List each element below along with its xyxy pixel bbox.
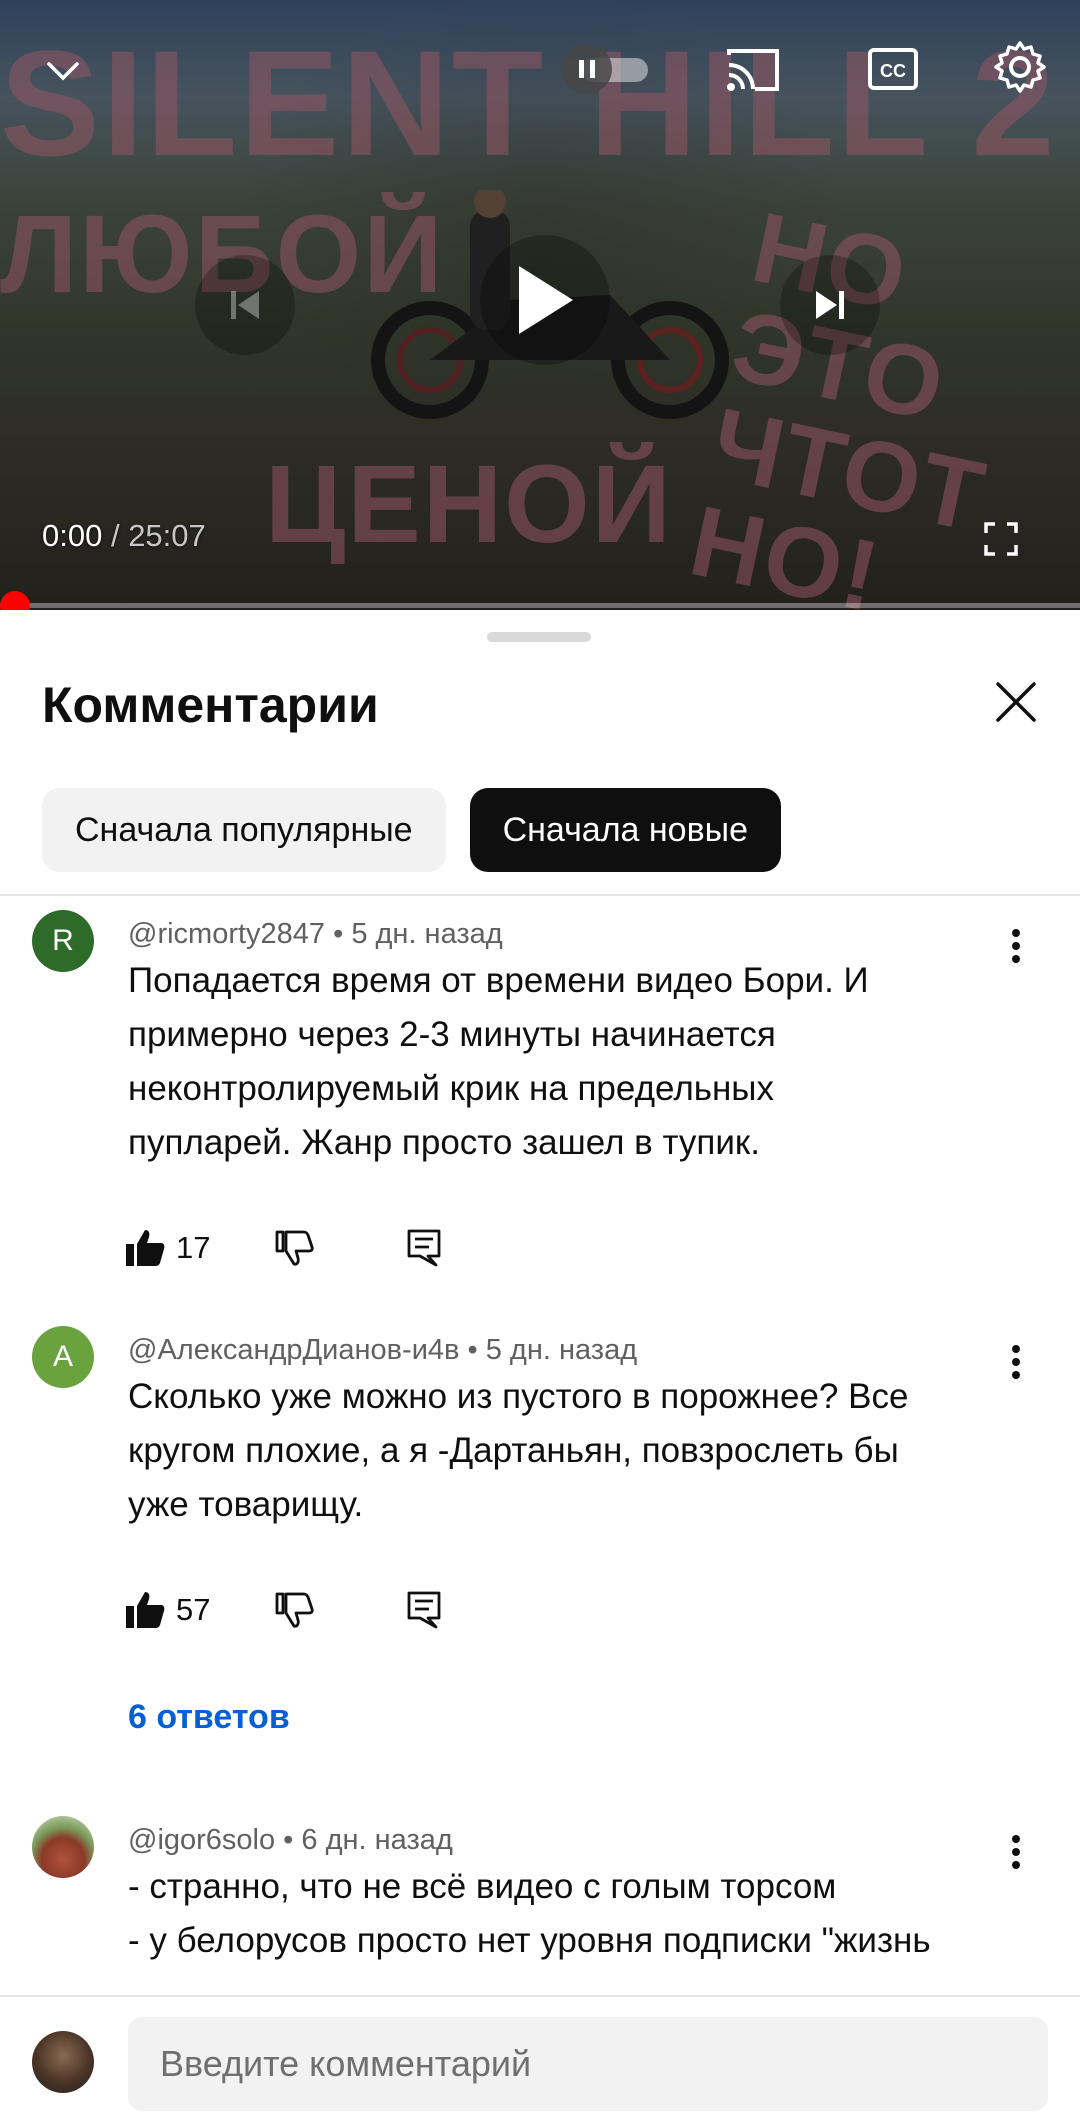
next-video-icon[interactable] (780, 255, 880, 355)
comment-text-line: Сколько уже можно из пустого в порожнее?… (128, 1377, 909, 1416)
comment-text-line: Попадается время от времени видео Бори. … (128, 961, 869, 1000)
comment-meta: @ricmorty2847 • 5 дн. назад (128, 918, 503, 950)
comment-text-line: примерно через 2-3 минуты начинается (128, 1015, 776, 1054)
reply-button[interactable] (406, 1218, 442, 1278)
drag-handle[interactable] (487, 632, 591, 642)
comment-text-line: пупларей. Жанр просто зашел в тупик. (128, 1123, 760, 1162)
like-button[interactable]: 17 (124, 1218, 210, 1278)
comment-text: - странно, что не всё видео с голым торс… (128, 1860, 1008, 1968)
previous-video-icon (195, 255, 295, 355)
view-replies-link[interactable]: 6 ответов (128, 1698, 290, 1737)
thumbs-up-icon (126, 1230, 165, 1266)
play-icon[interactable] (480, 235, 610, 365)
collapse-chevron-icon[interactable] (30, 38, 96, 104)
divider (0, 894, 1080, 896)
thumbs-down-icon (275, 1230, 314, 1266)
comment-text-line: уже товарищу. (128, 1485, 364, 1524)
reply-button[interactable] (406, 1580, 442, 1640)
comments-sheet: Комментарии Сначала популярные Сначала н… (0, 610, 1080, 2124)
settings-gear-icon[interactable] (985, 32, 1055, 102)
comments-title: Комментарии (42, 677, 379, 733)
time-display: 0:00 / 25:07 (42, 518, 206, 554)
thumbs-down-icon (275, 1592, 314, 1628)
time-separator: / (102, 518, 129, 553)
dislike-button[interactable] (274, 1218, 314, 1278)
comment-input[interactable] (128, 2017, 1048, 2111)
cast-icon[interactable] (720, 36, 786, 102)
like-button[interactable]: 57 (124, 1580, 210, 1640)
thumbs-up-icon (126, 1592, 165, 1628)
comment-text-line: - у белорусов просто нет уровня подписки… (128, 1921, 931, 1960)
comment-meta: @igor6solo • 6 дн. назад (128, 1824, 453, 1856)
current-time: 0:00 (42, 518, 103, 553)
avatar[interactable] (32, 2031, 94, 2093)
comment-text-line: кругом плохие, а я -Дартаньян, повзросле… (128, 1431, 899, 1470)
comment-text-line: - странно, что не всё видео с голым торс… (128, 1867, 837, 1906)
sort-chip-newest[interactable]: Сначала новые (469, 788, 781, 872)
close-icon[interactable] (990, 676, 1042, 728)
fullscreen-icon[interactable] (970, 508, 1032, 570)
pause-icon (562, 44, 612, 94)
reply-comment-icon (407, 1591, 441, 1629)
comment-text: Сколько уже можно из пустого в порожнее?… (128, 1370, 1008, 1532)
like-count: 17 (176, 1230, 211, 1265)
comment-text-line: неконтролируемый крик на предельных (128, 1069, 774, 1108)
comment-text: Попадается время от времени видео Бори. … (128, 954, 1008, 1170)
avatar[interactable]: А (32, 1326, 94, 1388)
dislike-button[interactable] (274, 1580, 314, 1640)
duration-time: 25:07 (128, 518, 206, 553)
like-count: 57 (176, 1592, 211, 1627)
reply-comment-icon (407, 1229, 441, 1267)
video-player[interactable]: SILENT HILL 2 ЛЮБОЙ ЦЕНОЙ НО ЭТО ЧТОТ НО… (0, 0, 1080, 610)
comment-input-bar (0, 1995, 1080, 2124)
comment-meta: @АлександрДианов-и4в • 5 дн. назад (128, 1334, 638, 1366)
closed-captions-icon[interactable]: CC (860, 36, 926, 102)
sort-chip-popular[interactable]: Сначала популярные (42, 788, 446, 872)
avatar[interactable]: R (32, 910, 94, 972)
progress-bar[interactable] (0, 603, 1080, 608)
svg-text:CC: CC (880, 61, 906, 81)
avatar[interactable] (32, 1816, 94, 1878)
sort-chips: Сначала популярные Сначала новые (42, 788, 781, 872)
autoplay-toggle[interactable] (562, 44, 650, 94)
